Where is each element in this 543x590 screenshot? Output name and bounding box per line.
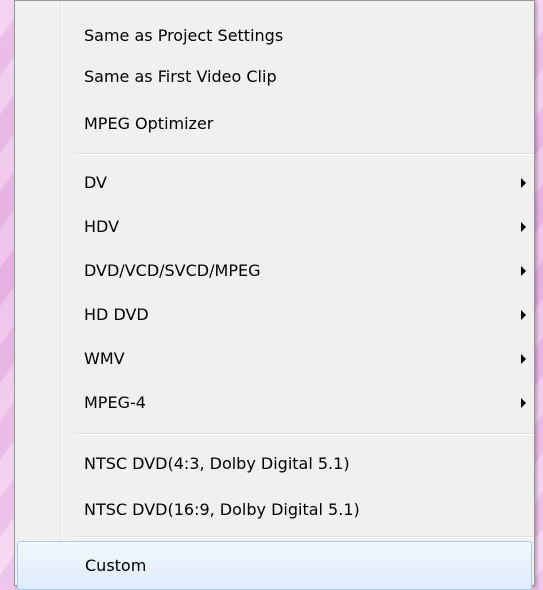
submenu-arrow-icon xyxy=(521,397,526,408)
menu-separator xyxy=(75,536,534,538)
submenu-arrow-icon xyxy=(521,353,526,364)
menu-item-label: WMV xyxy=(84,349,125,368)
menu-item-label: MPEG-4 xyxy=(84,393,146,412)
submenu-arrow-icon xyxy=(521,309,526,320)
context-menu: Same as Project Settings Same as First V… xyxy=(14,0,535,590)
submenu-arrow-icon xyxy=(521,177,526,188)
menu-item-label: NTSC DVD(16:9, Dolby Digital 5.1) xyxy=(84,500,360,519)
menu-item-label: HD DVD xyxy=(84,305,149,324)
menu-item-ntsc-dvd-16-9[interactable]: NTSC DVD(16:9, Dolby Digital 5.1) xyxy=(15,485,534,534)
menu-item-dv[interactable]: DV xyxy=(15,158,534,207)
menu-separator xyxy=(75,153,534,155)
menu-item-label: DV xyxy=(84,173,107,192)
menu-item-ntsc-dvd-4-3[interactable]: NTSC DVD(4:3, Dolby Digital 5.1) xyxy=(15,439,534,488)
menu-item-label: Custom xyxy=(85,556,147,575)
menu-item-label: MPEG Optimizer xyxy=(84,114,214,133)
menu-item-mpeg-4[interactable]: MPEG-4 xyxy=(15,378,534,427)
menu-item-label: DVD/VCD/SVCD/MPEG xyxy=(84,261,261,280)
menu-item-hd-dvd[interactable]: HD DVD xyxy=(15,290,534,339)
menu-item-wmv[interactable]: WMV xyxy=(15,334,534,383)
menu-item-label: HDV xyxy=(84,217,120,236)
submenu-arrow-icon xyxy=(521,265,526,276)
menu-item-label: NTSC DVD(4:3, Dolby Digital 5.1) xyxy=(84,454,350,473)
menu-item-same-as-first-video-clip[interactable]: Same as First Video Clip xyxy=(15,52,534,101)
menu-item-label: Same as First Video Clip xyxy=(84,67,277,86)
menu-item-mpeg-optimizer[interactable]: MPEG Optimizer xyxy=(15,99,534,148)
submenu-arrow-icon xyxy=(521,221,526,232)
menu-item-custom[interactable]: Custom xyxy=(17,541,532,590)
menu-item-dvd-vcd-svcd-mpeg[interactable]: DVD/VCD/SVCD/MPEG xyxy=(15,246,534,295)
menu-item-hdv[interactable]: HDV xyxy=(15,202,534,251)
menu-item-label: Same as Project Settings xyxy=(84,26,284,45)
menu-separator xyxy=(75,433,534,435)
